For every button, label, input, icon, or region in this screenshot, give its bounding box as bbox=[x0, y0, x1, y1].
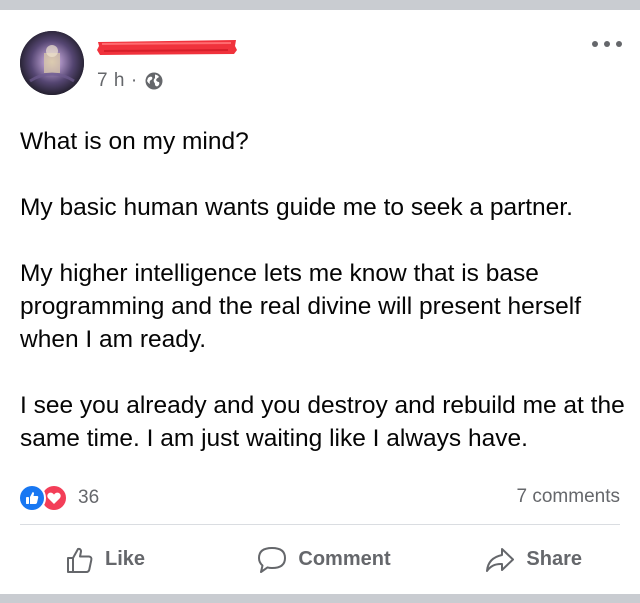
more-options-button[interactable] bbox=[592, 36, 622, 52]
more-dot-icon bbox=[604, 41, 610, 47]
action-bar: Like Comment Share bbox=[0, 525, 640, 594]
share-label: Share bbox=[526, 548, 582, 570]
share-arrow-icon bbox=[484, 546, 516, 574]
globe-icon bbox=[144, 71, 164, 91]
like-reaction-icon bbox=[18, 484, 46, 512]
comment-button[interactable]: Comment bbox=[237, 525, 409, 594]
reactions-summary[interactable]: 36 bbox=[18, 484, 99, 512]
like-label: Like bbox=[105, 548, 146, 570]
reaction-count: 36 bbox=[78, 487, 100, 508]
post-paragraph: My basic human wants guide me to seek a … bbox=[20, 194, 573, 221]
avatar[interactable] bbox=[20, 31, 84, 95]
post-card: 7 h · What is on my mind? My basic human… bbox=[0, 10, 640, 594]
comment-label: Comment bbox=[298, 548, 391, 570]
meta-separator: · bbox=[130, 70, 138, 91]
author-name-redacted[interactable] bbox=[96, 38, 238, 56]
post-body: What is on my mind? My basic human wants… bbox=[20, 125, 625, 455]
post-meta: 7 h · bbox=[97, 70, 164, 92]
post-paragraph: What is on my mind? bbox=[20, 128, 249, 155]
like-button[interactable]: Like bbox=[0, 525, 237, 594]
post-time[interactable]: 7 h bbox=[97, 70, 125, 92]
more-dot-icon bbox=[592, 41, 598, 47]
post-paragraph: I see you already and you destroy and re… bbox=[20, 392, 625, 452]
share-button[interactable]: Share bbox=[410, 525, 640, 594]
comment-bubble-icon bbox=[256, 545, 288, 575]
reaction-icons bbox=[18, 484, 74, 512]
thumbs-up-icon bbox=[65, 546, 95, 574]
post-paragraph: My higher intelligence lets me know that… bbox=[20, 260, 582, 353]
more-dot-icon bbox=[616, 41, 622, 47]
comments-count-link[interactable]: 7 comments bbox=[517, 486, 620, 508]
